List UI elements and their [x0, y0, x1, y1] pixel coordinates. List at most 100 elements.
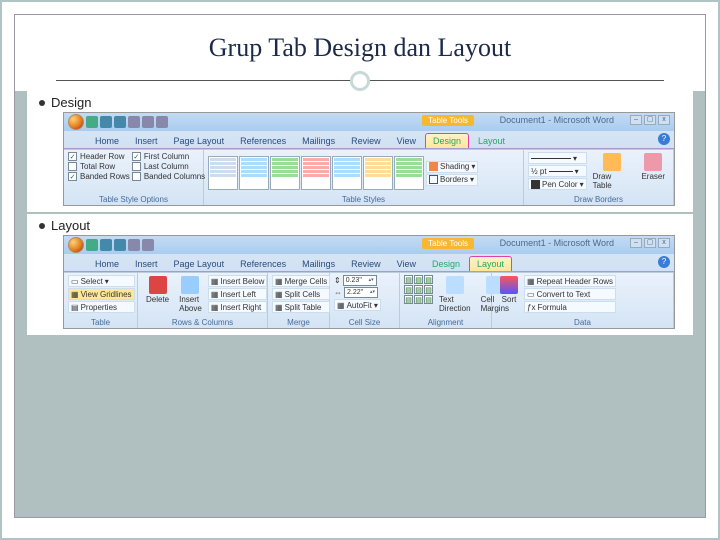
qat-icon[interactable]	[142, 239, 154, 251]
align-bl[interactable]: ▤	[404, 295, 413, 304]
height-icon: ⇕	[334, 276, 341, 285]
minimize-button[interactable]: –	[630, 115, 642, 125]
tab-view[interactable]: View	[390, 257, 423, 271]
insert-left-button[interactable]: ▦Insert Left	[208, 288, 268, 300]
restore-button[interactable]: ▢	[644, 238, 656, 248]
chk-first-column[interactable]: ✓First Column	[132, 152, 205, 161]
redo-icon[interactable]	[114, 239, 126, 251]
row-height-input[interactable]: 0.23"	[343, 275, 377, 286]
save-icon[interactable]	[86, 239, 98, 251]
split-cells-button[interactable]: ▦Split Cells	[272, 288, 330, 300]
align-tl[interactable]: ▤	[404, 275, 413, 284]
align-mc[interactable]: ▤	[414, 285, 423, 294]
undo-icon[interactable]	[100, 116, 112, 128]
group-label: Draw Borders	[528, 194, 669, 204]
tab-pagelayout[interactable]: Page Layout	[167, 257, 232, 271]
tab-design[interactable]: Design	[425, 133, 469, 148]
view-gridlines-button[interactable]: ▦View Gridlines	[68, 288, 135, 300]
align-tr[interactable]: ▤	[424, 275, 433, 284]
style-thumb[interactable]	[363, 156, 393, 190]
tab-home[interactable]: Home	[88, 257, 126, 271]
help-icon[interactable]: ?	[658, 256, 670, 268]
insert-below-button[interactable]: ▦Insert Below	[208, 275, 268, 287]
restore-button[interactable]: ▢	[644, 115, 656, 125]
alignment-grid[interactable]: ▤▤▤ ▤▤▤ ▤▤▤	[404, 275, 433, 304]
group-label: Table	[68, 317, 133, 327]
tab-review[interactable]: Review	[344, 134, 388, 148]
grid-icon: ▦	[71, 290, 79, 299]
properties-button[interactable]: ▤Properties	[68, 301, 135, 313]
align-ml[interactable]: ▤	[404, 285, 413, 294]
qat-icon[interactable]	[128, 239, 140, 251]
group-rows-columns: Delete Insert Above ▦Insert Below ▦Inser…	[138, 273, 268, 328]
line-style-dropdown[interactable]: ▾	[528, 152, 587, 164]
tab-references[interactable]: References	[233, 257, 293, 271]
sort-button[interactable]: Sort	[496, 275, 522, 305]
line-weight-dropdown[interactable]: ½ pt▾	[528, 165, 587, 177]
eraser-button[interactable]: Eraser	[637, 152, 669, 182]
align-mr[interactable]: ▤	[424, 285, 433, 294]
close-button[interactable]: x	[658, 115, 670, 125]
delete-button[interactable]: Delete	[142, 275, 173, 305]
style-thumb[interactable]	[239, 156, 269, 190]
tab-review[interactable]: Review	[344, 257, 388, 271]
tab-home[interactable]: Home	[88, 134, 126, 148]
col-width-input[interactable]: 2.22"	[344, 287, 378, 298]
shading-button[interactable]: Shading▾	[426, 161, 478, 173]
tab-design[interactable]: Design	[425, 257, 467, 271]
table-styles-gallery[interactable]	[208, 156, 424, 190]
tab-mailings[interactable]: Mailings	[295, 134, 342, 148]
qat-icon[interactable]	[128, 116, 140, 128]
style-thumb[interactable]	[270, 156, 300, 190]
align-tc[interactable]: ▤	[414, 275, 423, 284]
repeat-header-rows-button[interactable]: ▦Repeat Header Rows	[524, 275, 616, 287]
style-thumb[interactable]	[394, 156, 424, 190]
help-icon[interactable]: ?	[658, 133, 670, 145]
split-icon: ▦	[275, 290, 283, 299]
minimize-button[interactable]: –	[630, 238, 642, 248]
chk-last-column[interactable]: Last Column	[132, 162, 205, 171]
save-icon[interactable]	[86, 116, 98, 128]
split-table-button[interactable]: ▦Split Table	[272, 301, 330, 313]
tab-layout[interactable]: Layout	[471, 134, 512, 148]
undo-icon[interactable]	[100, 239, 112, 251]
qat-icon[interactable]	[156, 116, 168, 128]
tab-references[interactable]: References	[233, 134, 293, 148]
convert-to-text-button[interactable]: ▭Convert to Text	[524, 288, 616, 300]
pen-color-button[interactable]: Pen Color▾	[528, 178, 587, 190]
chk-banded-columns[interactable]: Banded Columns	[132, 172, 205, 181]
tab-view[interactable]: View	[390, 134, 423, 148]
insert-right-button[interactable]: ▦Insert Right	[208, 301, 268, 313]
align-bc[interactable]: ▤	[414, 295, 423, 304]
text-direction-button[interactable]: Text Direction	[435, 275, 475, 314]
align-br[interactable]: ▤	[424, 295, 433, 304]
style-thumb[interactable]	[332, 156, 362, 190]
eraser-icon	[644, 153, 662, 171]
style-thumb[interactable]	[208, 156, 238, 190]
autofit-button[interactable]: ▦AutoFit▾	[334, 299, 381, 311]
ribbon-body-layout: ▭Select▾ ▦View Gridlines ▤Properties Tab…	[64, 272, 674, 328]
close-button[interactable]: x	[658, 238, 670, 248]
merge-icon: ▦	[275, 277, 283, 286]
borders-button[interactable]: Borders▾	[426, 174, 478, 186]
office-button[interactable]	[68, 114, 84, 130]
office-button[interactable]	[68, 237, 84, 253]
merge-cells-button[interactable]: ▦Merge Cells	[272, 275, 330, 287]
chk-total-row[interactable]: Total Row	[68, 162, 130, 171]
insert-above-button[interactable]: Insert Above	[175, 275, 206, 314]
redo-icon[interactable]	[114, 116, 126, 128]
tab-insert[interactable]: Insert	[128, 257, 165, 271]
chk-header-row[interactable]: ✓Header Row	[68, 152, 130, 161]
chk-banded-rows[interactable]: ✓Banded Rows	[68, 172, 130, 181]
ribbon-body-design: ✓Header Row Total Row ✓Banded Rows ✓Firs…	[64, 149, 674, 205]
tab-layout[interactable]: Layout	[469, 256, 512, 271]
group-label: Merge	[272, 317, 325, 327]
tab-insert[interactable]: Insert	[128, 134, 165, 148]
select-button[interactable]: ▭Select▾	[68, 275, 135, 287]
draw-table-button[interactable]: Draw Table	[589, 152, 636, 191]
tab-pagelayout[interactable]: Page Layout	[167, 134, 232, 148]
formula-button[interactable]: ƒxFormula	[524, 301, 616, 313]
style-thumb[interactable]	[301, 156, 331, 190]
qat-icon[interactable]	[142, 116, 154, 128]
tab-mailings[interactable]: Mailings	[295, 257, 342, 271]
